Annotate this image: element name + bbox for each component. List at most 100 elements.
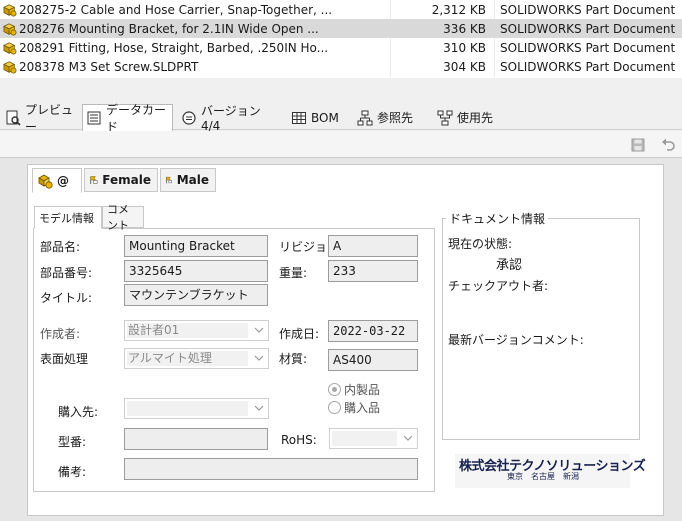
revision-field[interactable]: A — [328, 235, 418, 257]
rohs-label: RoHS: — [281, 433, 317, 447]
tab-bom[interactable]: BOM — [288, 105, 348, 130]
notes-label: 備考: — [58, 465, 87, 479]
subtab-label: モデル情報 — [39, 211, 94, 225]
version-icon — [182, 110, 196, 125]
radio-purchased[interactable]: 購入品 — [328, 399, 380, 416]
view-tab-bar: プレビュー データカード バージョン 4/4 BOM 参照先 使用先 — [0, 100, 682, 134]
config-tab-female[interactable]: Female — [84, 168, 158, 192]
solidworks-part-icon — [3, 3, 17, 16]
radio-label: 購入品 — [344, 401, 381, 415]
file-list: 208275-2 Cable and Hose Carrier, Snap-To… — [0, 0, 682, 78]
company-logo: 株式会社テクノソリューションズ 東京 名古屋 新潟 — [455, 454, 646, 488]
author-value: 設計者01 — [127, 323, 248, 338]
chevron-down-icon — [403, 435, 413, 441]
material-field[interactable]: AS400 — [328, 349, 418, 371]
author-dropdown[interactable]: 設計者01 — [124, 320, 269, 341]
vendor-dropdown[interactable] — [124, 398, 269, 419]
configuration-flag-icon — [166, 176, 172, 184]
tab-where-used[interactable]: 使用先 — [434, 105, 508, 130]
configuration-icon — [38, 174, 53, 189]
surface-treatment-dropdown[interactable]: アルマイト処理 — [124, 348, 269, 369]
model-number-label: 型番: — [58, 435, 87, 449]
solidworks-part-icon — [3, 41, 17, 54]
solidworks-part-icon — [3, 60, 17, 73]
file-size: 304 KB — [443, 59, 486, 74]
radio-inhouse[interactable]: 内製品 — [328, 381, 380, 398]
current-state-label: 現在の状態: — [448, 237, 513, 251]
save-icon[interactable] — [630, 137, 646, 153]
subtab-model-info[interactable]: モデル情報 — [34, 206, 102, 229]
surface-treatment-label: 表面処理 — [40, 352, 89, 366]
file-type: SOLIDWORKS Part Document — [500, 2, 676, 17]
latest-version-comment-label: 最新バージョンコメント: — [448, 333, 584, 347]
radio-label: 内製品 — [344, 383, 381, 397]
datacard-toolbar — [0, 131, 682, 158]
where-used-tree-icon — [437, 110, 453, 125]
file-name: 208378 M3 Set Screw.SLDPRT — [19, 59, 199, 74]
file-size: 310 KB — [443, 40, 486, 55]
part-name-label: 部品名: — [40, 240, 81, 254]
created-date-label: 作成日: — [279, 327, 320, 341]
tab-label: バージョン 4/4 — [201, 104, 261, 133]
company-cities: 東京 名古屋 新潟 — [507, 472, 579, 481]
tab-version[interactable]: バージョン 4/4 — [178, 104, 282, 133]
chevron-down-icon — [254, 355, 264, 361]
vendor-value — [127, 401, 248, 416]
chevron-down-icon — [254, 405, 264, 411]
weight-field[interactable]: 233 — [328, 260, 418, 282]
title-label: タイトル: — [40, 291, 93, 305]
material-label: 材質: — [279, 352, 308, 366]
tab-label: プレビュー — [25, 102, 74, 134]
file-type: SOLIDWORKS Part Document — [500, 40, 676, 55]
config-tab-label: @ — [57, 173, 69, 188]
bom-table-icon — [292, 111, 306, 124]
tab-label: データカード — [106, 103, 167, 134]
tab-preview[interactable]: プレビュー — [2, 103, 80, 134]
tab-label: 使用先 — [457, 111, 494, 125]
weight-label: 重量: — [279, 266, 308, 280]
file-name: 208291 Fitting, Hose, Straight, Barbed, … — [19, 40, 329, 55]
config-tab-label: Male — [176, 173, 209, 187]
part-number-field[interactable]: 3325645 — [124, 260, 268, 282]
subtab-comment[interactable]: コメント — [102, 203, 144, 232]
file-row[interactable]: 208378 M3 Set Screw.SLDPRT 304 KB SOLIDWOR… — [0, 57, 682, 76]
file-row[interactable]: 208275-2 Cable and Hose Carrier, Snap-To… — [0, 0, 682, 19]
tab-datacard[interactable]: データカード — [82, 103, 173, 134]
current-state-value: 承認 — [496, 258, 523, 273]
radio-button — [328, 401, 341, 414]
chevron-down-icon — [254, 327, 264, 333]
tab-label: 参照先 — [377, 111, 414, 125]
configuration-flag-icon — [90, 176, 98, 185]
undo-icon[interactable] — [660, 137, 676, 153]
surface-treatment-value: アルマイト処理 — [127, 351, 248, 366]
checked-out-by-label: チェックアウト者: — [448, 279, 549, 293]
config-tab-label: Female — [102, 173, 151, 187]
file-row[interactable]: 208276 Mounting Bracket, for 2.1IN Wide … — [0, 19, 682, 38]
file-row[interactable]: 208291 Fitting, Hose, Straight, Barbed, … — [0, 38, 682, 57]
rohs-value — [332, 431, 397, 446]
model-number-field[interactable] — [124, 428, 268, 450]
tab-references[interactable]: 参照先 — [354, 105, 428, 130]
file-name: 208275-2 Cable and Hose Carrier, Snap-To… — [19, 2, 333, 17]
part-number-label: 部品番号: — [40, 266, 93, 280]
rohs-dropdown[interactable] — [329, 428, 418, 449]
file-size: 336 KB — [443, 21, 486, 36]
file-type: SOLIDWORKS Part Document — [500, 21, 676, 36]
document-info-legend: ドキュメント情報 — [446, 210, 549, 227]
radio-button — [328, 383, 341, 396]
tab-label: BOM — [311, 110, 339, 125]
solidworks-part-icon — [3, 22, 17, 35]
part-name-field[interactable]: Mounting Bracket — [124, 235, 268, 257]
created-date-field[interactable]: 2022-03-22 — [328, 320, 418, 342]
file-type: SOLIDWORKS Part Document — [500, 59, 676, 74]
preview-icon — [6, 110, 21, 126]
file-name: 208276 Mounting Bracket, for 2.1IN Wide … — [19, 21, 319, 36]
references-tree-icon — [357, 110, 373, 125]
config-tab-male[interactable]: Male — [160, 168, 216, 192]
author-label: 作成者: — [40, 327, 81, 341]
notes-field[interactable] — [124, 458, 418, 480]
vendor-label: 購入先: — [58, 405, 99, 419]
datacard-icon — [87, 111, 101, 125]
config-tab-default[interactable]: @ — [32, 168, 82, 193]
title-field[interactable]: マウンテンブラケット — [124, 284, 268, 306]
